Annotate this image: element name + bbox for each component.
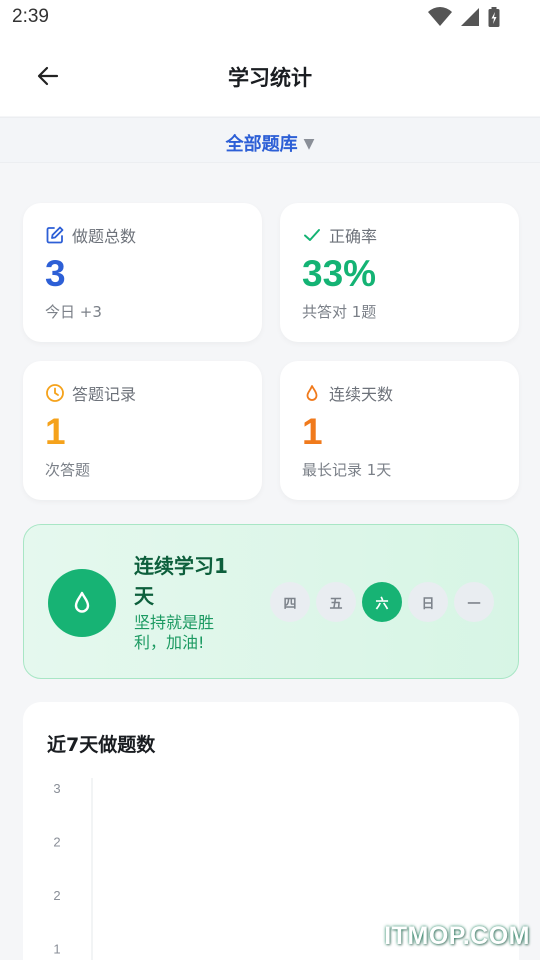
drop-icon	[74, 591, 90, 613]
battery-icon	[488, 7, 500, 27]
edit-icon	[46, 226, 64, 244]
app-bar: 学习统计	[0, 36, 540, 116]
status-bar: 2:39	[0, 0, 540, 36]
stat-label: 做题总数	[72, 227, 137, 246]
stat-card-header: 答题记录	[45, 381, 136, 405]
day-saturday: 六	[362, 582, 402, 622]
y-tick-label: 3	[53, 781, 60, 796]
status-time: 2:39	[12, 6, 49, 27]
status-icons	[428, 7, 500, 27]
question-bank-selector[interactable]: 全部题库 ▼	[0, 117, 540, 163]
flame-icon	[306, 385, 318, 401]
caret-down-icon: ▼	[303, 136, 315, 152]
page-title: 学习统计	[228, 66, 312, 90]
week-days: 四 五 六 日 一	[270, 582, 494, 622]
stat-label: 答题记录	[72, 385, 137, 404]
stat-card-header: 做题总数	[45, 223, 136, 247]
stat-value: 1	[45, 411, 66, 452]
day-sunday: 日	[408, 582, 448, 622]
day-monday: 一	[454, 582, 494, 622]
wifi-icon	[428, 7, 452, 27]
stat-label: 正确率	[329, 227, 378, 246]
streak-title: 连续学习1天	[134, 554, 228, 608]
streak-subtitle: 坚持就是胜利，加油!	[134, 613, 215, 652]
signal-icon	[461, 8, 479, 26]
question-bank-label: 全部题库	[225, 134, 298, 155]
y-tick-label: 1	[53, 942, 60, 957]
stat-sub: 今日 +3	[45, 303, 102, 321]
stat-value: 33%	[302, 253, 377, 294]
streak-banner: 连续学习1天 坚持就是胜利，加油! 四 五 六 日 一	[23, 524, 519, 679]
stat-card-header: 连续天数	[302, 381, 393, 405]
y-tick-label: 2	[53, 888, 60, 903]
stat-value: 1	[302, 411, 323, 452]
clock-icon	[46, 384, 64, 402]
stat-card-header: 正确率	[302, 223, 377, 247]
stat-card-streak: 连续天数 1 最长记录 1天	[280, 361, 519, 500]
stat-card-accuracy: 正确率 33% 共答对 1题	[280, 203, 519, 342]
stat-card-total: 做题总数 3 今日 +3	[23, 203, 262, 342]
stat-sub: 共答对 1题	[302, 303, 377, 321]
stat-sub: 最长记录 1天	[302, 461, 392, 479]
site-watermark: ITMOP.COM	[384, 922, 530, 950]
stat-card-records: 答题记录 1 次答题	[23, 361, 262, 500]
day-friday: 五	[316, 582, 356, 622]
stat-sub: 次答题	[45, 461, 91, 479]
stat-label: 连续天数	[329, 385, 394, 404]
stat-value: 3	[45, 253, 66, 294]
day-thursday: 四	[270, 582, 310, 622]
streak-badge	[48, 569, 116, 637]
y-tick-label: 2	[53, 835, 60, 850]
check-icon	[304, 229, 320, 241]
